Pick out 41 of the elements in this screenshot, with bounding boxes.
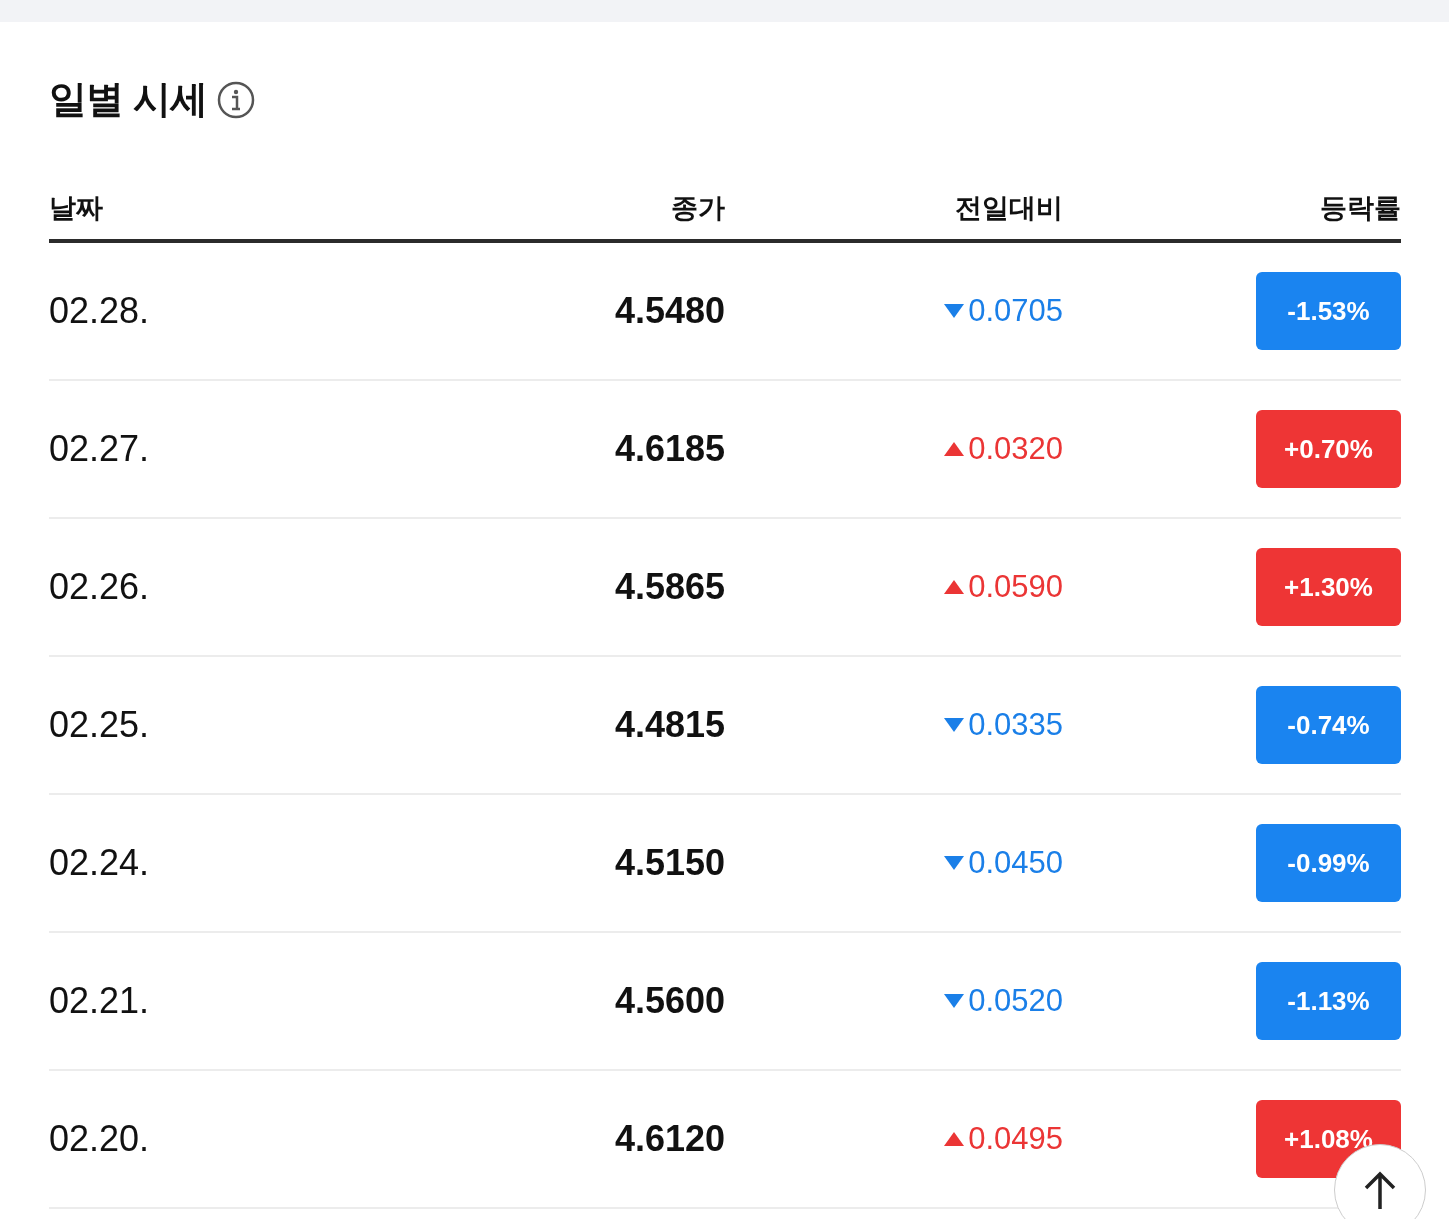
up-arrow-icon [1363, 1171, 1397, 1211]
price-change: 0.0335 [968, 705, 1063, 744]
up-triangle-icon [944, 440, 965, 458]
price-change: 0.0520 [968, 981, 1063, 1020]
closing-price: 4.5600 [614, 979, 725, 1023]
date-cell-text: 02.24. [49, 841, 151, 885]
price-change: 0.0590 [968, 567, 1063, 606]
info-icon[interactable] [216, 80, 255, 119]
change-rate-badge: +0.70% [1256, 410, 1401, 488]
column-header: 종가 [671, 191, 725, 225]
date-cell-text: 02.27. [49, 427, 151, 471]
down-triangle-icon [944, 992, 965, 1010]
date-cell-text: 02.20. [49, 1117, 151, 1161]
closing-price: 4.5865 [614, 565, 725, 609]
change-rate-badge: +1.30% [1256, 548, 1401, 626]
change-rate-badge: -0.99% [1256, 824, 1401, 902]
price-change: 0.0705 [968, 291, 1063, 330]
price-change: 0.0495 [968, 1119, 1063, 1158]
date-cell-text: 02.26. [49, 565, 151, 609]
date-cell-text: 02.21. [49, 979, 151, 1023]
up-triangle-icon [944, 1130, 965, 1148]
section-title: 일별 시세 [49, 76, 207, 122]
column-header: 등락률 [1320, 191, 1401, 225]
date-cell-text: 02.28. [49, 289, 151, 333]
change-rate-badge: -1.53% [1256, 272, 1401, 350]
price-change: 0.0450 [968, 843, 1063, 882]
closing-price: 4.4815 [614, 703, 725, 747]
closing-price: 4.6185 [614, 427, 725, 471]
down-triangle-icon [944, 716, 965, 734]
column-header: 전일대비 [955, 191, 1063, 225]
column-header: 날짜 [49, 191, 104, 225]
down-triangle-icon [944, 854, 965, 872]
closing-price: 4.6120 [614, 1117, 725, 1161]
closing-price: 4.5480 [614, 289, 725, 333]
date-cell-text: 02.25. [49, 703, 151, 747]
down-triangle-icon [944, 302, 965, 320]
price-change: 0.0320 [968, 429, 1063, 468]
change-rate-badge: -0.74% [1256, 686, 1401, 764]
up-triangle-icon [944, 578, 965, 596]
change-rate-badge: -1.13% [1256, 962, 1401, 1040]
closing-price: 4.5150 [614, 841, 725, 885]
